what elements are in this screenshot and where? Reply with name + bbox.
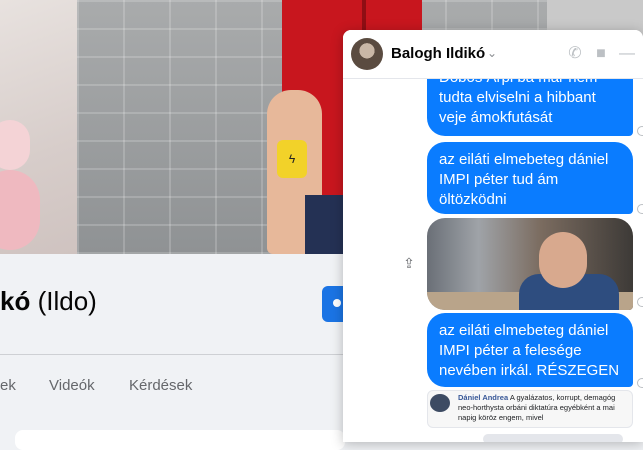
- pikachu-tattoo-icon: ϟ: [277, 140, 307, 178]
- profile-alt-name: (Ildo): [37, 286, 97, 316]
- cover-left-shape: [0, 120, 30, 170]
- profile-card: [15, 430, 345, 450]
- profile-name-fragment: kó: [0, 286, 31, 316]
- message-list[interactable]: Dobos Árpi bá már nem tudta elviselni a …: [343, 64, 643, 442]
- minimize-icon[interactable]: —: [617, 44, 637, 64]
- seen-icon: [637, 378, 643, 388]
- tab-videos[interactable]: Videók: [49, 377, 95, 394]
- message-bubble[interactable]: az eiláti elmebeteg dániel IMPI péter tu…: [427, 142, 633, 214]
- seen-icon: [637, 126, 643, 136]
- quoted-comment: Dániel Andrea A gyalázatos, korrupt, dem…: [458, 393, 630, 423]
- phone-icon[interactable]: ✆: [565, 44, 585, 64]
- messenger-chat-window[interactable]: Balogh Ildikó ⌄ ✆ ■ — Dobos Árpi bá már …: [343, 30, 643, 442]
- cover-left-image: [0, 0, 77, 254]
- photo-person-face: [539, 232, 587, 288]
- contact-name[interactable]: Balogh Ildikó: [391, 45, 485, 62]
- avatar: [430, 394, 450, 412]
- chevron-down-icon[interactable]: ⌄: [487, 45, 503, 61]
- reaction-pill: [483, 434, 623, 442]
- seen-icon: [637, 297, 643, 307]
- profile-divider: [0, 354, 345, 355]
- cover-left-shape: [0, 170, 40, 250]
- seen-icon: [637, 204, 643, 214]
- video-icon[interactable]: ■: [591, 44, 611, 64]
- tab-partial[interactable]: ek: [0, 377, 16, 394]
- screenshot-image-message[interactable]: Dániel Andrea A gyalázatos, korrupt, dem…: [427, 390, 633, 428]
- profile-name: kó (Ildo): [0, 286, 97, 317]
- photo-message[interactable]: [427, 218, 633, 310]
- message-bubble[interactable]: az eiláti elmebeteg dániel IMPI péter a …: [427, 313, 633, 399]
- chat-header[interactable]: Balogh Ildikó ⌄ ✆ ■ —: [343, 30, 643, 79]
- tab-questions[interactable]: Kérdések: [129, 377, 192, 394]
- share-icon[interactable]: ⇪: [401, 254, 417, 272]
- quoted-author: Dániel Andrea: [458, 393, 509, 402]
- avatar[interactable]: [351, 38, 383, 70]
